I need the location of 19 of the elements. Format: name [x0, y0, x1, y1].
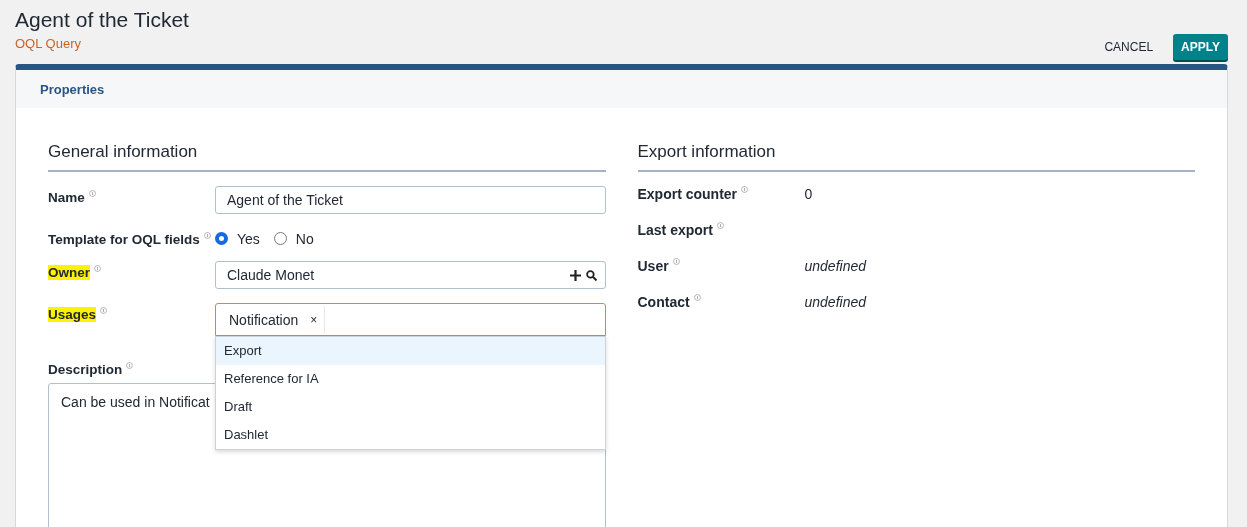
page-title: Agent of the Ticket	[15, 8, 189, 32]
radio-label: No	[295, 230, 314, 247]
field-label: Usages	[48, 307, 97, 322]
field-label: Export counter	[637, 186, 738, 202]
usage-tag: Notification ×	[222, 306, 326, 333]
page-subtitle: OQL Query	[15, 36, 81, 51]
field-label: Template for OQL fields	[48, 232, 200, 247]
field-label: Owner	[48, 265, 90, 280]
field-value: undefined	[804, 294, 866, 312]
field-label: Name	[48, 190, 85, 205]
section-heading: General information	[48, 142, 606, 172]
field-label: Last export	[637, 222, 713, 238]
field-label: User	[637, 258, 669, 274]
field-value: undefined	[804, 258, 866, 276]
radio-label: Yes	[237, 230, 260, 247]
section-heading: Export information	[637, 142, 1195, 172]
field-label: Contact	[637, 294, 690, 310]
field-value: 0	[804, 186, 813, 204]
field-label: Description	[48, 362, 123, 377]
